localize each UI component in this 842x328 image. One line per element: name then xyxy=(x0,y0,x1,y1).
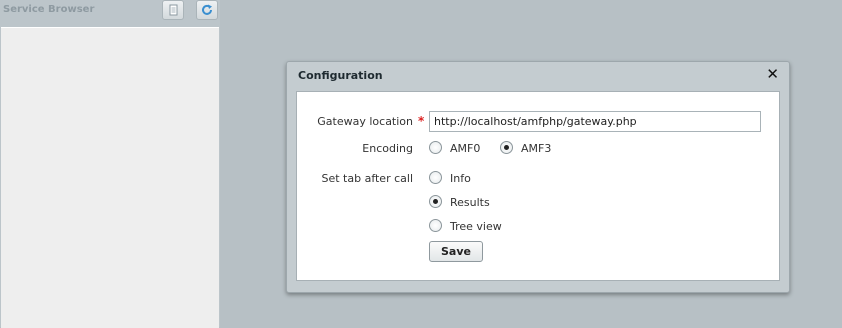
dialog-form: Gateway location * Encoding AMF0 AMF3 Se… xyxy=(296,91,780,281)
tab-info-radio[interactable] xyxy=(429,171,442,184)
panel-title: Service Browser xyxy=(3,4,95,15)
service-tree-area xyxy=(1,27,219,328)
gateway-location-input[interactable] xyxy=(429,111,761,132)
tab-info-label[interactable]: Info xyxy=(450,172,471,185)
encoding-amf0-radio[interactable] xyxy=(429,141,442,154)
required-mark: * xyxy=(418,114,425,128)
refresh-button[interactable] xyxy=(196,0,218,20)
encoding-amf3-radio[interactable] xyxy=(500,141,513,154)
tab-results-label[interactable]: Results xyxy=(450,196,490,209)
encoding-label: Encoding xyxy=(362,142,413,155)
save-button[interactable]: Save xyxy=(429,241,483,262)
close-icon[interactable]: ✕ xyxy=(766,66,779,82)
configuration-dialog: Configuration ✕ Gateway location * Encod… xyxy=(286,61,790,293)
panel-header: Service Browser xyxy=(0,0,220,24)
refresh-icon xyxy=(202,4,212,15)
document-button[interactable] xyxy=(162,0,184,20)
document-icon xyxy=(169,4,178,16)
service-browser-panel: Service Browser xyxy=(0,0,220,328)
set-tab-after-call-label: Set tab after call xyxy=(321,172,413,185)
tab-results-radio[interactable] xyxy=(429,195,442,208)
encoding-amf3-label[interactable]: AMF3 xyxy=(521,142,551,155)
gateway-location-label: Gateway location xyxy=(317,115,413,128)
encoding-amf0-label[interactable]: AMF0 xyxy=(450,142,480,155)
dialog-title: Configuration xyxy=(298,69,383,82)
tab-tree-view-label[interactable]: Tree view xyxy=(450,220,502,233)
tab-tree-view-radio[interactable] xyxy=(429,219,442,232)
